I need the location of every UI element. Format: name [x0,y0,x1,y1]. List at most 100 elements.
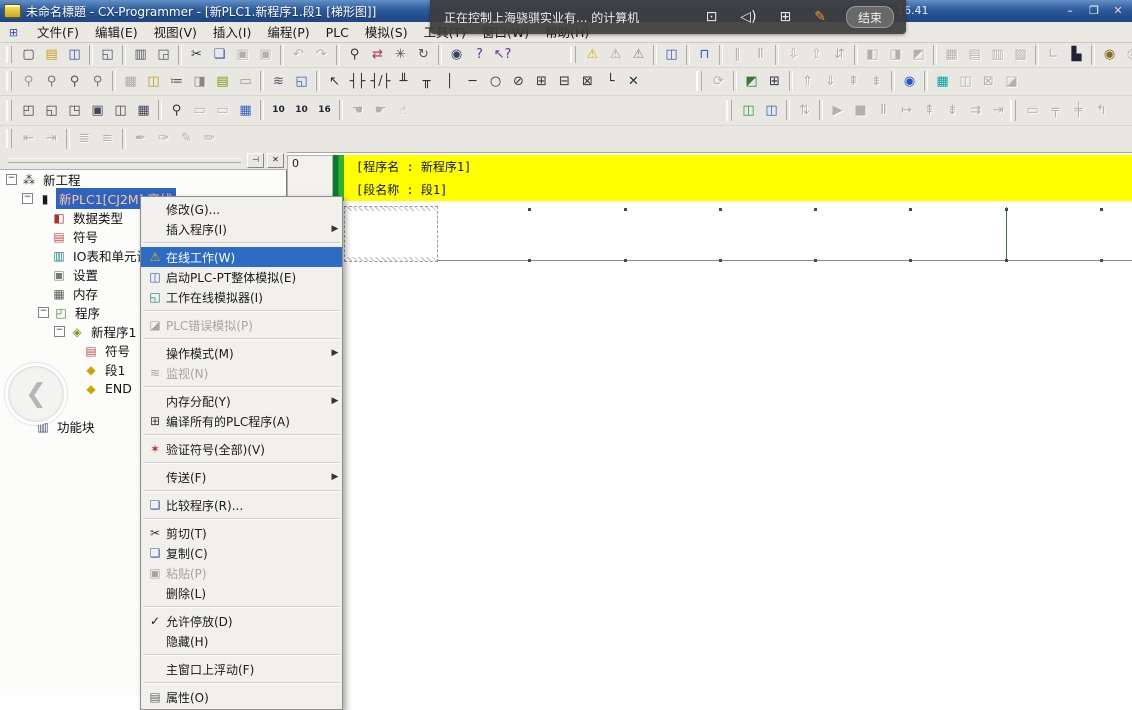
watch-sheet-button[interactable]: ▦ [931,70,954,92]
find-address-button[interactable]: ✳ [389,44,412,66]
fullscreen-icon[interactable]: ⊡ [706,9,718,25]
auto-online-button[interactable]: ⚠ [604,44,627,66]
close-button[interactable]: ✕ [1109,3,1127,18]
cut-button[interactable]: ✂ [185,44,208,66]
menu-item-cut[interactable]: ✂剪切(T) [141,523,342,543]
speaker-icon[interactable]: ◁) [740,9,756,25]
menu-item-start-plc-pt-simulation[interactable]: ◫启动PLC-PT整体模拟(E) [141,267,342,287]
arrange-icons-button[interactable]: ▣ [86,99,109,121]
panel-close-button[interactable]: ✕ [267,153,284,168]
rung-select-button[interactable]: ◨ [188,70,211,92]
watch-window-button[interactable]: ▙ [1065,44,1088,66]
tree-item-new-project[interactable]: −⁂新工程 [0,170,286,189]
decimal-monitor-button[interactable]: 10 [267,99,290,121]
new-window-button[interactable]: ◫ [109,99,132,121]
find-button[interactable]: ⚲ [343,44,366,66]
binary-monitor-button[interactable]: 10 [290,99,313,121]
toolbar-grip-handle[interactable] [696,71,702,91]
menu-item-compile-all-plc-programs[interactable]: ⊞编译所有的PLC程序(A) [141,411,342,431]
menu-item-delete[interactable]: 删除(L) [141,583,342,603]
menubar-item-p[interactable]: 编程(P) [259,25,317,40]
end-control-button[interactable]: 结束 [846,6,894,28]
zoom-100-button[interactable]: ⚲ [86,70,109,92]
open-file-button[interactable]: ▤ [40,44,63,66]
expander-minus-icon[interactable]: − [22,193,33,204]
menu-item-properties[interactable]: ▤属性(O) [141,687,342,707]
toolbar-grip-handle[interactable] [6,100,12,121]
menu-item-compare-program[interactable]: ❏比较程序(R)... [141,495,342,515]
back-overlay-button[interactable]: ❮ [5,363,67,425]
inverted-instruction-button[interactable]: ⊟ [553,70,576,92]
save-button[interactable]: ◫ [63,44,86,66]
grid-toggle-button[interactable]: ▦ [119,70,142,92]
help-button[interactable]: ? [468,44,491,66]
retrace-button[interactable]: ↻ [412,44,435,66]
restore-button[interactable]: ❐ [1085,3,1103,18]
new-contact-button[interactable]: ┤├ [346,70,369,92]
or-closed-contact-button[interactable]: ╥ [415,70,438,92]
context-help-button[interactable]: ↖? [491,44,514,66]
delete-line-button[interactable]: ✕ [622,70,645,92]
about-button[interactable]: ◉ [445,44,468,66]
toolbar-grip-handle[interactable] [726,100,732,121]
horizontal-line-button[interactable]: ─ [461,70,484,92]
menubar-item-plc[interactable]: PLC [318,25,357,40]
menu-item-modify[interactable]: 修改(G)... [141,199,342,219]
print-button[interactable]: ▥ [129,44,152,66]
expander-minus-icon[interactable]: − [6,174,17,185]
menu-item-work-online[interactable]: ⚠在线工作(W) [141,247,342,267]
find-replace-button[interactable]: ⇄ [366,44,389,66]
menu-item-allow-docking[interactable]: ✓允许停放(D) [141,611,342,631]
ladder-window-button[interactable]: ◱ [290,70,313,92]
new-coil-button[interactable]: ○ [484,70,507,92]
zoom-out-button[interactable]: ⚲ [40,70,63,92]
or-contact-button[interactable]: ╨ [392,70,415,92]
cascade-windows-button[interactable]: ◰ [17,99,40,121]
menu-item-operation-mode[interactable]: 操作模式(M)▶ [141,343,342,363]
menu-item-hide[interactable]: 隐藏(H) [141,631,342,651]
menu-item-work-online-simulator[interactable]: ◱工作在线模拟器(I) [141,287,342,307]
menubar-item-s[interactable]: 模拟(S) [357,25,416,40]
menu-item-insert-program[interactable]: 插入程序(I)▶ [141,219,342,239]
instruction-box-button[interactable]: ⊞ [530,70,553,92]
select-tool-button[interactable]: ↖ [323,70,346,92]
expander-minus-icon[interactable]: − [54,326,65,337]
menu-item-copy[interactable]: ❏复制(C) [141,543,342,563]
tile-vertical-button[interactable]: ◳ [63,99,86,121]
compile-all-button[interactable]: ⊞ [763,70,786,92]
change-plc-button[interactable]: ◱ [96,44,119,66]
simulator-run-mode-button[interactable]: ◫ [737,99,760,121]
menu-item-transfer[interactable]: 传送(F)▶ [141,467,342,487]
symbol-display-button[interactable]: ◫ [142,70,165,92]
menubar-item-v[interactable]: 视图(V) [146,25,205,40]
panel-pin-button[interactable]: ⊣ [247,153,264,168]
online-with-simulator-button[interactable]: ⚠ [627,44,650,66]
add-window-icon[interactable]: ⊞ [780,9,792,25]
window-list-button[interactable]: ▦ [132,99,155,121]
copy-button[interactable]: ❏ [208,44,231,66]
simulator-monitor-mode-button[interactable]: ◫ [760,99,783,121]
zoom-fit-button[interactable]: ⚲ [17,70,40,92]
pen-icon[interactable]: ✎ [814,9,826,25]
new-file-button[interactable]: ▢ [17,44,40,66]
hex-monitor-button[interactable]: 16 [313,99,336,121]
comment-box-button[interactable]: ▭ [234,70,257,92]
menubar-item-f[interactable]: 文件(F) [29,25,87,40]
closed-contact-button[interactable]: ┤/├ [369,70,392,92]
online-simulator-tool-button[interactable]: ⊓ [693,44,716,66]
mode-indicator-button[interactable]: ◉ [898,70,921,92]
toolbar-grip-handle[interactable] [1010,100,1016,121]
toolbar-grip-handle[interactable] [6,71,12,91]
address-list-button[interactable]: ≔ [165,70,188,92]
tile-horizontal-button[interactable]: ◱ [40,99,63,121]
work-online-button[interactable]: ⚠ [581,44,604,66]
toolbar-grip-handle[interactable] [6,129,12,148]
menu-item-float-on-main-window[interactable]: 主窗口上浮动(F) [141,659,342,679]
panel-drag-handle[interactable] [8,158,241,163]
expander-minus-icon[interactable]: − [38,307,49,318]
compile-button[interactable]: ◩ [740,70,763,92]
menu-item-verify-symbols-all[interactable]: ✶验证符号(全部)(V) [141,439,342,459]
toolbar-grip-handle[interactable] [570,46,576,64]
menubar-item-e[interactable]: 编辑(E) [87,25,146,40]
mnemonic-view-button[interactable]: ≋ [267,70,290,92]
